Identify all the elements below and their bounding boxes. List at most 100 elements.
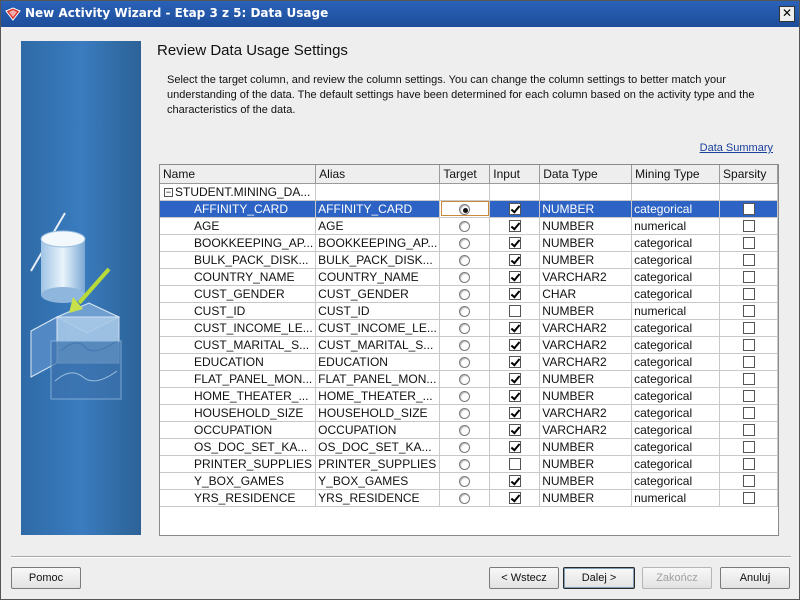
alias-cell[interactable]: FLAT_PANEL_MON... bbox=[315, 370, 441, 388]
sparsity-checkbox[interactable] bbox=[742, 475, 755, 488]
mining-type-cell[interactable]: categorical bbox=[631, 353, 721, 371]
input-checkbox[interactable] bbox=[508, 475, 521, 488]
table-row[interactable]: EDUCATION EDUCATION VARCHAR2 categorical bbox=[160, 353, 778, 371]
sparsity-checkbox[interactable] bbox=[742, 339, 755, 352]
alias-cell[interactable]: Y_BOX_GAMES bbox=[315, 472, 441, 490]
alias-cell[interactable]: COUNTRY_NAME bbox=[315, 268, 441, 286]
alias-cell[interactable]: AGE bbox=[315, 217, 441, 235]
mining-type-cell[interactable]: categorical bbox=[631, 370, 721, 388]
sparsity-checkbox[interactable] bbox=[742, 271, 755, 284]
input-checkbox[interactable] bbox=[508, 424, 521, 437]
sparsity-checkbox[interactable] bbox=[742, 203, 755, 216]
table-row[interactable]: YRS_RESIDENCE YRS_RESIDENCE NUMBER numerica… bbox=[160, 489, 778, 507]
alias-cell[interactable]: HOUSEHOLD_SIZE bbox=[315, 404, 441, 422]
mining-type-cell[interactable]: categorical bbox=[631, 421, 721, 439]
table-row[interactable]: Y_BOX_GAMES Y_BOX_GAMES NUMBER categorical bbox=[160, 472, 778, 490]
target-radio[interactable] bbox=[459, 237, 471, 249]
alias-cell[interactable]: AFFINITY_CARD bbox=[315, 200, 441, 218]
target-radio[interactable] bbox=[459, 322, 471, 334]
input-checkbox[interactable] bbox=[508, 305, 521, 318]
input-checkbox[interactable] bbox=[508, 322, 521, 335]
input-checkbox[interactable] bbox=[508, 441, 521, 454]
table-row[interactable]: CUST_ID CUST_ID NUMBER numerical bbox=[160, 302, 778, 320]
target-radio[interactable] bbox=[459, 254, 471, 266]
table-row[interactable]: BULK_PACK_DISK... BULK_PACK_DISK... NUMBER… bbox=[160, 251, 778, 269]
input-checkbox[interactable] bbox=[508, 220, 521, 233]
sparsity-checkbox[interactable] bbox=[742, 492, 755, 505]
alias-cell[interactable]: OS_DOC_SET_KA... bbox=[315, 438, 441, 456]
target-column-header[interactable]: Target bbox=[439, 165, 491, 184]
alias-cell[interactable]: CUST_ID bbox=[315, 302, 441, 320]
table-row[interactable]: CUST_MARITAL_S... CUST_MARITAL_S... VARCHA… bbox=[160, 336, 778, 354]
sparsity-checkbox[interactable] bbox=[742, 237, 755, 250]
table-row[interactable]: HOUSEHOLD_SIZE HOUSEHOLD_SIZE VARCHAR2 cate… bbox=[160, 404, 778, 422]
mining-type-cell[interactable]: numerical bbox=[631, 217, 721, 235]
mining-type-cell[interactable]: categorical bbox=[631, 472, 721, 490]
help-button[interactable]: Pomoc bbox=[11, 567, 81, 589]
sparsity-checkbox[interactable] bbox=[742, 424, 755, 437]
input-column-header[interactable]: Input bbox=[489, 165, 541, 184]
sparsity-checkbox[interactable] bbox=[742, 407, 755, 420]
table-row[interactable]: AGE AGE NUMBER numerical bbox=[160, 217, 778, 235]
sparsity-checkbox[interactable] bbox=[742, 441, 755, 454]
sparsity-checkbox[interactable] bbox=[742, 305, 755, 318]
table-row[interactable]: PRINTER_SUPPLIES PRINTER_SUPPLIES NUMBER ca… bbox=[160, 455, 778, 473]
mining-type-cell[interactable]: categorical bbox=[631, 234, 721, 252]
target-radio[interactable] bbox=[459, 203, 471, 215]
back-button[interactable]: < Wstecz bbox=[489, 567, 559, 589]
target-radio[interactable] bbox=[459, 458, 471, 470]
target-radio[interactable] bbox=[459, 339, 471, 351]
target-radio[interactable] bbox=[459, 220, 471, 232]
table-row[interactable]: FLAT_PANEL_MON... FLAT_PANEL_MON... NUMBER… bbox=[160, 370, 778, 388]
input-checkbox[interactable] bbox=[508, 373, 521, 386]
sparsity-checkbox[interactable] bbox=[742, 254, 755, 267]
input-checkbox[interactable] bbox=[508, 407, 521, 420]
mining-type-cell[interactable]: numerical bbox=[631, 302, 721, 320]
table-row[interactable]: AFFINITY_CARD AFFINITY_CARD NUMBER categori… bbox=[160, 200, 778, 218]
sparsity-checkbox[interactable] bbox=[742, 390, 755, 403]
input-checkbox[interactable] bbox=[508, 288, 521, 301]
sparsity-checkbox[interactable] bbox=[742, 288, 755, 301]
mining-type-cell[interactable]: categorical bbox=[631, 387, 721, 405]
input-checkbox[interactable] bbox=[508, 492, 521, 505]
collapse-icon[interactable]: − bbox=[164, 187, 173, 197]
target-radio[interactable] bbox=[459, 356, 471, 368]
target-radio[interactable] bbox=[459, 475, 471, 487]
mining-type-cell[interactable]: categorical bbox=[631, 455, 721, 473]
mining-type-cell[interactable]: categorical bbox=[631, 438, 721, 456]
next-button[interactable]: Dalej > bbox=[563, 567, 635, 589]
table-row[interactable]: HOME_THEATER_... HOME_THEATER_... NUMBER ca… bbox=[160, 387, 778, 405]
alias-cell[interactable]: BULK_PACK_DISK... bbox=[315, 251, 441, 269]
cancel-button[interactable]: Anuluj bbox=[720, 567, 790, 589]
tree-root-row[interactable]: − STUDENT.MINING_DA... bbox=[160, 183, 778, 201]
mining-type-cell[interactable]: numerical bbox=[631, 489, 721, 507]
alias-cell[interactable]: OCCUPATION bbox=[315, 421, 441, 439]
table-row[interactable]: OS_DOC_SET_KA... OS_DOC_SET_KA... NUMBER ca… bbox=[160, 438, 778, 456]
mining-type-column-header[interactable]: Mining Type bbox=[631, 165, 721, 184]
sparsity-checkbox[interactable] bbox=[742, 458, 755, 471]
input-checkbox[interactable] bbox=[508, 271, 521, 284]
input-checkbox[interactable] bbox=[508, 390, 521, 403]
sparsity-column-header[interactable]: Sparsity bbox=[719, 165, 778, 184]
input-checkbox[interactable] bbox=[508, 458, 521, 471]
data-summary-link[interactable]: Data Summary bbox=[700, 142, 773, 154]
table-row[interactable]: BOOKKEEPING_AP... BOOKKEEPING_AP... NUMBER… bbox=[160, 234, 778, 252]
input-checkbox[interactable] bbox=[508, 254, 521, 267]
sparsity-checkbox[interactable] bbox=[742, 322, 755, 335]
sparsity-checkbox[interactable] bbox=[742, 373, 755, 386]
target-radio[interactable] bbox=[459, 390, 471, 402]
alias-cell[interactable]: CUST_GENDER bbox=[315, 285, 441, 303]
alias-cell[interactable]: BOOKKEEPING_AP... bbox=[315, 234, 441, 252]
mining-type-cell[interactable]: categorical bbox=[631, 285, 721, 303]
target-radio[interactable] bbox=[459, 441, 471, 453]
target-radio[interactable] bbox=[459, 271, 471, 283]
name-column-header[interactable]: Name bbox=[160, 165, 317, 184]
mining-type-cell[interactable]: categorical bbox=[631, 251, 721, 269]
sparsity-checkbox[interactable] bbox=[742, 356, 755, 369]
alias-cell[interactable]: CUST_MARITAL_S... bbox=[315, 336, 441, 354]
target-radio[interactable] bbox=[459, 288, 471, 300]
input-checkbox[interactable] bbox=[508, 339, 521, 352]
table-row[interactable]: CUST_INCOME_LE... CUST_INCOME_LE... VARCHA… bbox=[160, 319, 778, 337]
alias-cell[interactable]: YRS_RESIDENCE bbox=[315, 489, 441, 507]
alias-cell[interactable]: PRINTER_SUPPLIES bbox=[315, 455, 441, 473]
